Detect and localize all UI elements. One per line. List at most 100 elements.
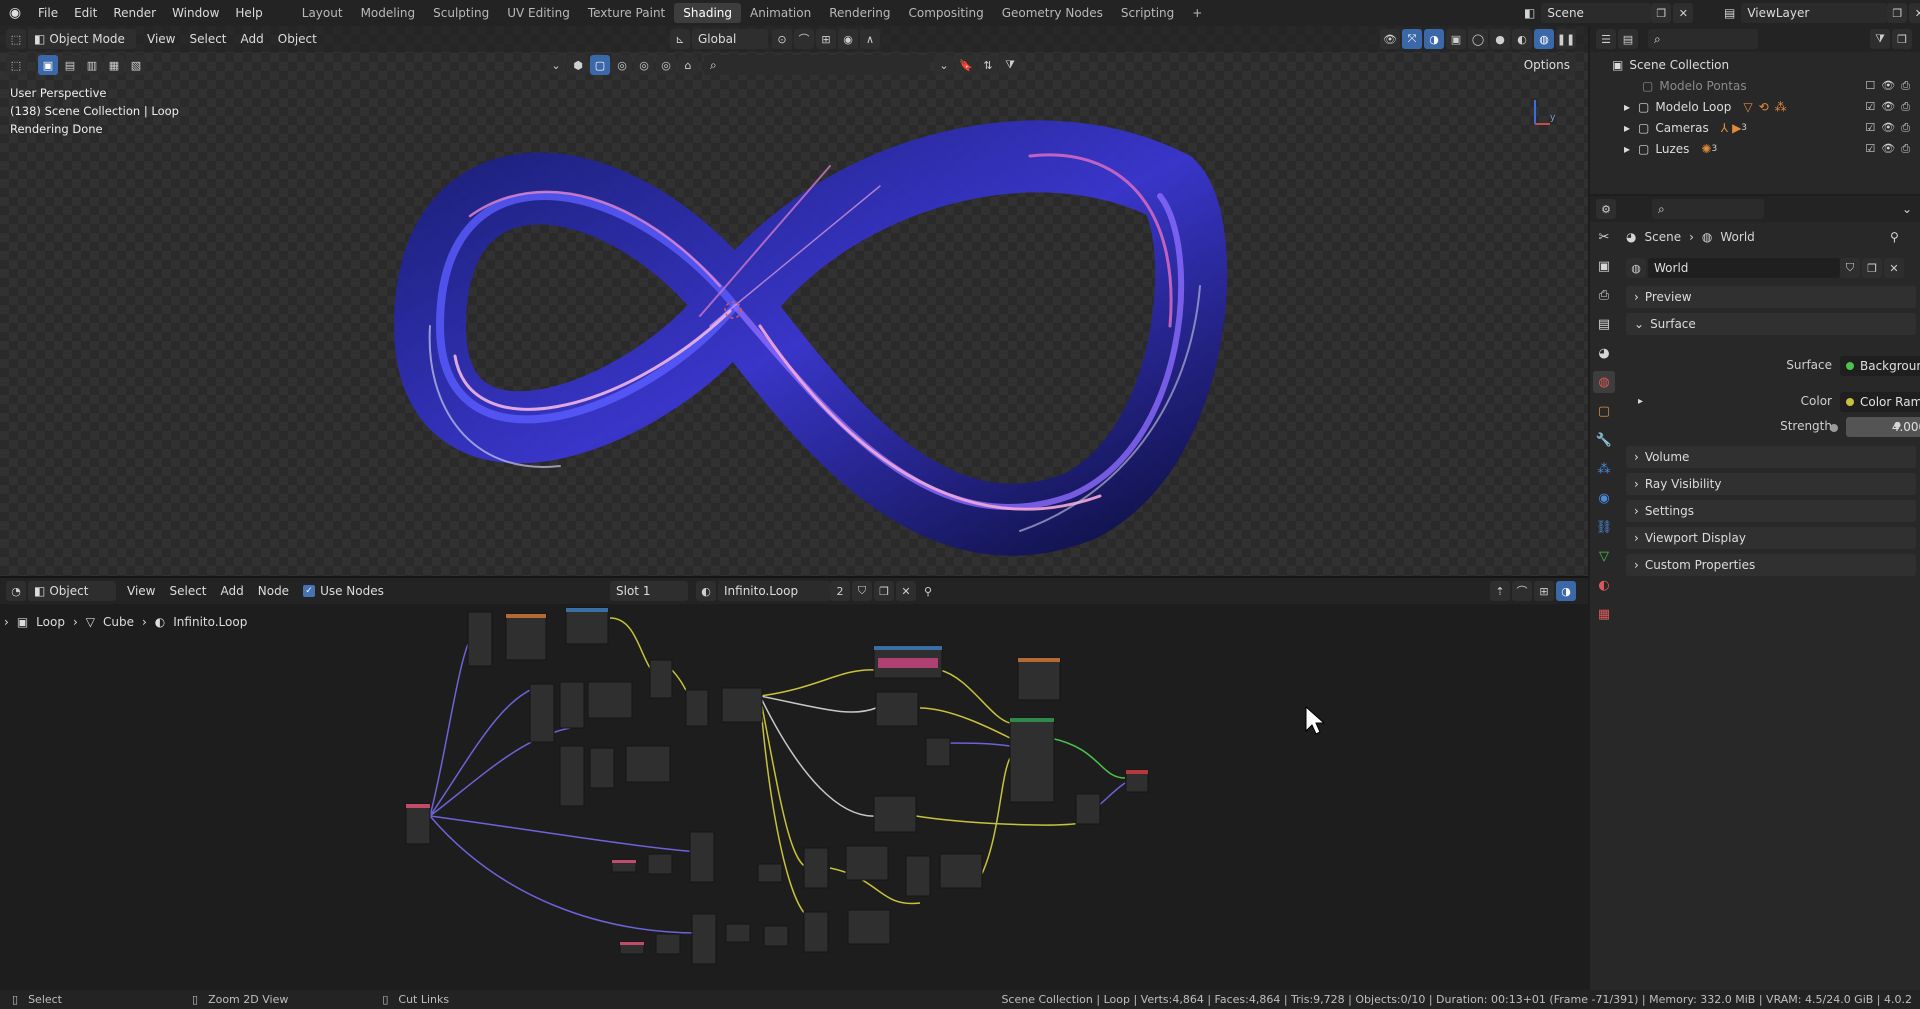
panel-preview[interactable]: › Preview: [1626, 286, 1916, 308]
scene-tab-icon[interactable]: ◕: [1593, 342, 1615, 364]
node-color-ramp-4[interactable]: [875, 691, 919, 727]
chevron-down-icon[interactable]: ⌄: [1902, 202, 1912, 216]
add-workspace-button[interactable]: +: [1183, 3, 1211, 23]
new-scene-icon[interactable]: ❐: [1651, 3, 1672, 23]
display-mode-icon[interactable]: ▤: [1618, 29, 1638, 49]
expand-arrow-icon[interactable]: ▸: [1624, 121, 1630, 135]
view-layer-tab-icon[interactable]: ▤: [1593, 313, 1615, 335]
particles-icon[interactable]: ⁂: [1775, 100, 1787, 114]
exclude-checkbox-icon[interactable]: ☐: [1865, 79, 1875, 93]
output-tab-icon[interactable]: ⎙: [1593, 284, 1615, 306]
tab-rendering[interactable]: Rendering: [820, 3, 899, 23]
node-texture-coordinate[interactable]: [405, 803, 431, 845]
node-mix-1[interactable]: [649, 659, 673, 699]
axis-gizmo[interactable]: y: [1534, 100, 1556, 125]
world-browse-icon[interactable]: ◍: [1626, 258, 1646, 278]
node-principled-bsdf[interactable]: [1009, 717, 1055, 803]
duplicate-world-icon[interactable]: ❐: [1862, 258, 1882, 278]
tool-tab-icon[interactable]: ✂: [1593, 226, 1615, 248]
outliner-item-modelo-loop[interactable]: ▸ ▢ Modelo Loop ▽ ⟲ ⁂ ☑ 👁 ⎙: [1590, 96, 1920, 117]
scene-name-field[interactable]: Scene: [1541, 3, 1652, 23]
viewlayer-icon[interactable]: ▤: [1724, 6, 1735, 20]
tab-compositing[interactable]: Compositing: [899, 3, 992, 23]
panel-surface[interactable]: ⌄ Surface: [1626, 313, 1916, 335]
node-math-6[interactable]: [1017, 657, 1061, 701]
node-math-5[interactable]: [925, 737, 951, 767]
strength-input[interactable]: 4.000: [1846, 417, 1920, 437]
delete-scene-icon[interactable]: ✕: [1673, 3, 1694, 23]
node-math-12[interactable]: [691, 913, 717, 965]
eye-icon[interactable]: 👁: [1881, 100, 1895, 114]
mesh-filter-icon[interactable]: ▽: [1743, 100, 1752, 114]
editor-type-icon[interactable]: ⚙: [1596, 199, 1616, 219]
node-vector-1[interactable]: [757, 863, 783, 883]
empty-icon[interactable]: ⅄: [1721, 121, 1728, 135]
menu-render[interactable]: Render: [105, 2, 164, 24]
eye-icon[interactable]: 👁: [1881, 142, 1895, 156]
node-mix-2[interactable]: [685, 689, 709, 727]
node-math-11[interactable]: [655, 933, 681, 955]
camera-icon[interactable]: ⎙: [1901, 100, 1910, 114]
panel-ray-visibility[interactable]: › Ray Visibility: [1626, 473, 1916, 495]
node-color-ramp-2[interactable]: [625, 745, 671, 783]
node-color-ramp-6[interactable]: [845, 845, 889, 881]
node-math-4[interactable]: [589, 747, 615, 789]
node-vector-2[interactable]: [725, 923, 751, 943]
unlink-world-icon[interactable]: ✕: [1884, 258, 1904, 278]
texture-tab-icon[interactable]: ▦: [1593, 603, 1615, 625]
node-color-ramp-5[interactable]: [873, 795, 917, 833]
node-math-1[interactable]: [529, 683, 555, 743]
viewlayer-name-field[interactable]: ViewLayer: [1741, 3, 1888, 23]
node-wave-texture[interactable]: [565, 607, 609, 645]
outliner-item-cameras[interactable]: ▸ ▢ Cameras ⅄ ▶ 3 ☑ 👁 ⎙: [1590, 117, 1920, 138]
properties-search-input[interactable]: ⌕: [1652, 199, 1764, 219]
tab-animation[interactable]: Animation: [741, 3, 820, 23]
physics-tab-icon[interactable]: ◉: [1593, 487, 1615, 509]
node-math-8[interactable]: [689, 831, 715, 883]
node-mix-shader[interactable]: [1075, 793, 1101, 825]
pin-icon[interactable]: ⚲: [1890, 230, 1899, 244]
outliner-scene-collection[interactable]: ▣ Scene Collection: [1590, 54, 1920, 75]
menu-edit[interactable]: Edit: [66, 2, 105, 24]
data-tab-icon[interactable]: ▽: [1593, 545, 1615, 567]
camera-icon[interactable]: ⎙: [1901, 142, 1910, 156]
expand-arrow-icon[interactable]: ▸: [1624, 100, 1630, 114]
tab-geometry-nodes[interactable]: Geometry Nodes: [993, 3, 1112, 23]
new-viewlayer-icon[interactable]: ❐: [1887, 3, 1908, 23]
tab-shading[interactable]: Shading: [674, 3, 741, 23]
exclude-checkbox-icon[interactable]: ☑: [1865, 142, 1875, 156]
menu-help[interactable]: Help: [227, 2, 270, 24]
menu-window[interactable]: Window: [164, 2, 227, 24]
panel-settings[interactable]: › Settings: [1626, 500, 1916, 522]
outliner-item-modelo-pontas[interactable]: ▢ Modelo Pontas ☐ 👁 ⎙: [1590, 75, 1920, 96]
expand-arrow-icon[interactable]: ▸: [1638, 396, 1643, 407]
exclude-checkbox-icon[interactable]: ☑: [1865, 121, 1875, 135]
surface-shader-field[interactable]: Background: [1840, 356, 1920, 376]
node-math-3[interactable]: [559, 745, 585, 807]
constraints-tab-icon[interactable]: ⛓: [1593, 516, 1615, 538]
camera-object-icon[interactable]: ▶: [1732, 121, 1741, 135]
camera-icon[interactable]: ⎙: [1901, 79, 1910, 93]
new-collection-icon[interactable]: ❐: [1892, 29, 1912, 49]
tab-scripting[interactable]: Scripting: [1112, 3, 1183, 23]
node-math-7[interactable]: [647, 853, 673, 875]
outliner-search-input[interactable]: ⌕: [1648, 29, 1758, 49]
exclude-checkbox-icon[interactable]: ☑: [1865, 100, 1875, 114]
node-math-10[interactable]: [905, 855, 931, 897]
node-noise-texture[interactable]: [505, 613, 547, 661]
particles-tab-icon[interactable]: ⁂: [1593, 458, 1615, 480]
filter-icon[interactable]: ⧩: [1870, 29, 1890, 49]
panel-viewport-display[interactable]: › Viewport Display: [1626, 527, 1916, 549]
expand-arrow-icon[interactable]: ▸: [1624, 142, 1630, 156]
node-mapping[interactable]: [467, 611, 493, 667]
tab-uv-editing[interactable]: UV Editing: [498, 3, 579, 23]
tab-sculpting[interactable]: Sculpting: [424, 3, 498, 23]
fake-user-icon[interactable]: ⛉: [1840, 258, 1860, 278]
world-name-field[interactable]: World: [1648, 258, 1840, 278]
node-color-ramp-8[interactable]: [847, 909, 891, 945]
keyframe-dot-icon[interactable]: ●: [1894, 420, 1901, 429]
material-tab-icon[interactable]: ◐: [1593, 574, 1615, 596]
light-icon[interactable]: ✺: [1701, 142, 1711, 156]
node-vector-3[interactable]: [763, 925, 789, 947]
tab-modeling[interactable]: Modeling: [352, 3, 425, 23]
